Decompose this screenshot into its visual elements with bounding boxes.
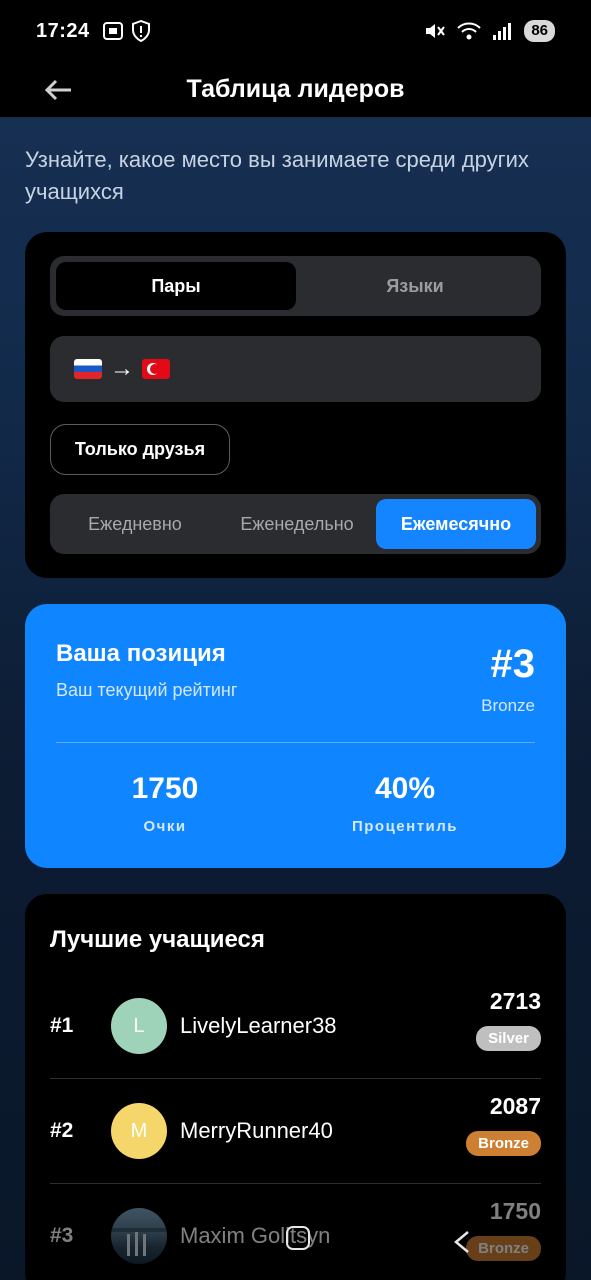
points-stat: 1750 Очки xyxy=(65,772,265,835)
position-league: Bronze xyxy=(481,696,535,715)
points-value: 1750 xyxy=(131,772,199,805)
row-rank: #2 xyxy=(50,1119,74,1142)
system-back-icon[interactable] xyxy=(452,1230,472,1254)
percentile-value: 40% xyxy=(374,772,436,805)
position-rank: #3 xyxy=(490,642,536,686)
home-button[interactable] xyxy=(286,1226,310,1250)
intro-text: Узнайте, какое место вы занимаете среди … xyxy=(25,147,529,204)
wifi-icon xyxy=(457,22,482,40)
position-title: Ваша позиция xyxy=(56,640,226,667)
league-badge: Bronze xyxy=(466,1131,541,1156)
top-learners-card: Лучшие учащиеся #1 L LivelyLearner38 271… xyxy=(25,894,566,1280)
period-monthly[interactable]: Ежемесячно xyxy=(376,499,536,549)
points-label: Очки xyxy=(143,818,187,835)
row-points: 1750 xyxy=(489,1198,541,1224)
period-daily[interactable]: Ежедневно xyxy=(56,499,214,549)
arrow-left-icon xyxy=(44,79,71,101)
avatar: M xyxy=(111,1103,167,1159)
row-rank: #3 xyxy=(50,1224,74,1247)
period-segmented-control: Ежедневно Еженедельно Ежемесячно xyxy=(50,494,541,554)
signal-icon xyxy=(493,23,512,40)
arrow-right: → xyxy=(110,355,134,382)
percentile-label: Процентиль xyxy=(351,818,459,835)
friends-only-button[interactable]: Только друзья xyxy=(50,424,230,475)
leaderboard-row[interactable]: #1 L LivelyLearner38 2713 Silver xyxy=(50,974,541,1078)
filters-card: Пары Языки → Только друзья Ежедневно Еже… xyxy=(25,232,566,578)
leaderboard-row[interactable]: #2 M MerryRunner40 2087 Bronze xyxy=(50,1079,541,1183)
tab-pairs[interactable]: Пары xyxy=(56,262,296,310)
app-bar: Таблица лидеров xyxy=(0,62,591,118)
league-badge: Silver xyxy=(476,1026,541,1051)
row-rank: #1 xyxy=(50,1014,74,1037)
your-position-card: Ваша позиция Ваш текущий рейтинг #3 Bron… xyxy=(25,604,566,868)
row-points: 2713 xyxy=(489,988,541,1014)
percentile-stat: 40% Процентиль xyxy=(305,772,505,835)
mute-icon xyxy=(426,24,446,38)
shield-icon xyxy=(131,20,150,42)
status-bar: 17:24 86 xyxy=(0,0,591,62)
position-subtitle: Ваш текущий рейтинг xyxy=(56,680,238,700)
row-points: 2087 xyxy=(489,1093,541,1119)
tr-flag-icon xyxy=(142,359,170,379)
row-name: MerryRunner40 xyxy=(180,1118,333,1143)
battery-icon: 86 xyxy=(524,20,555,42)
ru-flag-icon xyxy=(74,359,102,379)
top-learners-title: Лучшие учащиеся xyxy=(50,926,265,953)
screenshot-icon xyxy=(102,22,123,40)
back-button[interactable] xyxy=(40,72,76,108)
tab-languages[interactable]: Языки xyxy=(295,262,535,310)
language-pair-select[interactable]: → xyxy=(50,336,541,402)
status-time: 17:24 xyxy=(36,19,90,42)
divider xyxy=(56,742,535,743)
avatar-photo xyxy=(111,1208,167,1264)
period-weekly[interactable]: Еженедельно xyxy=(218,499,376,549)
league-badge: Bronze xyxy=(466,1236,541,1261)
row-name: LivelyLearner38 xyxy=(180,1013,337,1038)
avatar: L xyxy=(111,998,167,1054)
page-title: Таблица лидеров xyxy=(186,75,405,103)
mode-segmented-control: Пары Языки xyxy=(50,256,541,316)
